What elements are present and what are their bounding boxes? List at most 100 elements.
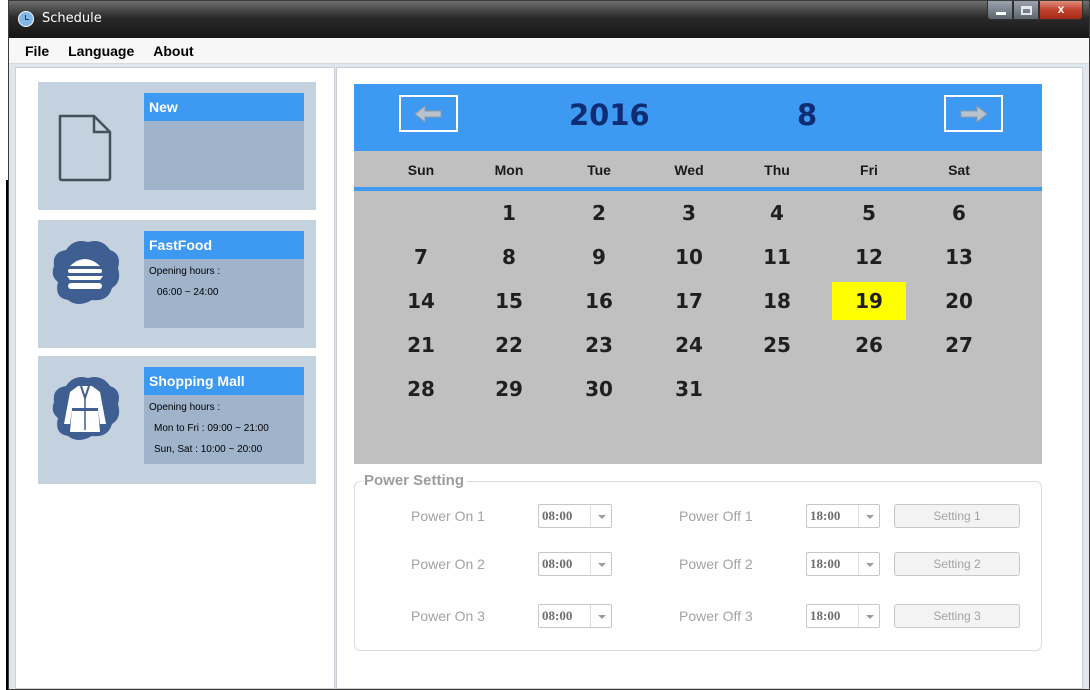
calendar-day-selected[interactable]: 19: [832, 282, 906, 320]
calendar-day[interactable]: 12: [839, 240, 899, 274]
template-list: New FastFood Opening hours : 06:00 ~ 24:…: [15, 67, 335, 689]
power-off-select[interactable]: 18:00: [806, 504, 880, 528]
calendar-day[interactable]: 4: [747, 196, 807, 230]
schedule-window: Schedule x File Language About New FastF…: [8, 0, 1090, 690]
calendar: 2016 8 Sun Mon Tue Wed Thu Fri Sat 1 2 3 4 5 6 7 8 9 10…: [354, 84, 1042, 464]
power-row-1: Power On 1 08:00 Power Off 1 18:00 Setti…: [355, 504, 1041, 528]
template-card-fastfood[interactable]: FastFood Opening hours : 06:00 ~ 24:00: [38, 220, 316, 348]
power-on-label: Power On 2: [411, 556, 485, 572]
document-icon: [58, 114, 112, 182]
power-off-value: 18:00: [810, 556, 841, 571]
calendar-day[interactable]: 11: [747, 240, 807, 274]
minimize-button[interactable]: [987, 1, 1013, 20]
calendar-day[interactable]: 3: [659, 196, 719, 230]
burger-icon: [52, 241, 120, 304]
template-card-new[interactable]: New: [38, 82, 316, 210]
chevron-down-icon: [590, 605, 611, 627]
power-on-label: Power On 3: [411, 608, 485, 624]
weekday-label: Thu: [764, 162, 790, 178]
calendar-day[interactable]: 29: [479, 372, 539, 406]
chevron-down-icon: [858, 605, 879, 627]
window-title: Schedule: [42, 11, 102, 26]
weekday-label: Sat: [948, 162, 970, 178]
chevron-down-icon: [590, 505, 611, 527]
calendar-day[interactable]: 20: [929, 284, 989, 318]
calendar-year: 2016: [569, 98, 650, 132]
calendar-day[interactable]: 17: [659, 284, 719, 318]
calendar-day[interactable]: 27: [929, 328, 989, 362]
power-off-select[interactable]: 18:00: [806, 604, 880, 628]
arrow-right-icon: [960, 104, 988, 124]
close-icon: x: [1057, 2, 1065, 16]
setting-3-button[interactable]: Setting 3: [894, 604, 1020, 628]
calendar-day[interactable]: 5: [839, 196, 899, 230]
setting-1-button[interactable]: Setting 1: [894, 504, 1020, 528]
clock-icon: [18, 11, 34, 27]
calendar-day[interactable]: 9: [569, 240, 629, 274]
weekday-label: Fri: [860, 162, 878, 178]
power-on-value: 08:00: [542, 556, 573, 571]
opening-hours-label: Opening hours :: [149, 266, 221, 277]
power-on-select[interactable]: 08:00: [538, 604, 612, 628]
power-off-select[interactable]: 18:00: [806, 552, 880, 576]
calendar-day[interactable]: 13: [929, 240, 989, 274]
power-on-select[interactable]: 08:00: [538, 552, 612, 576]
calendar-day[interactable]: 23: [569, 328, 629, 362]
calendar-day[interactable]: 24: [659, 328, 719, 362]
power-off-value: 18:00: [810, 608, 841, 623]
calendar-day[interactable]: 15: [479, 284, 539, 318]
coat-icon: [52, 377, 120, 440]
chevron-down-icon: [858, 553, 879, 575]
desktop-edge: [0, 0, 8, 690]
calendar-day[interactable]: 6: [929, 196, 989, 230]
calendar-day[interactable]: 8: [479, 240, 539, 274]
calendar-day[interactable]: 28: [391, 372, 451, 406]
weekday-header: Sun Mon Tue Wed Thu Fri Sat: [354, 151, 1042, 191]
power-row-3: Power On 3 08:00 Power Off 3 18:00 Setti…: [355, 604, 1041, 628]
calendar-day[interactable]: 22: [479, 328, 539, 362]
setting-2-button[interactable]: Setting 2: [894, 552, 1020, 576]
schedule-editor: 2016 8 Sun Mon Tue Wed Thu Fri Sat 1 2 3 4 5 6 7 8 9 10…: [336, 67, 1083, 689]
opening-hours-weekend: Sun, Sat : 10:00 ~ 20:00: [154, 444, 263, 455]
chevron-down-icon: [590, 553, 611, 575]
calendar-day[interactable]: 2: [569, 196, 629, 230]
template-card-shopping-mall[interactable]: Shopping Mall Opening hours : Mon to Fri…: [38, 356, 316, 484]
power-on-select[interactable]: 08:00: [538, 504, 612, 528]
weekday-label: Sun: [407, 162, 435, 178]
menu-about[interactable]: About: [153, 43, 193, 59]
next-month-button[interactable]: [944, 95, 1003, 132]
template-panel: New: [144, 93, 304, 190]
menu-file[interactable]: File: [25, 43, 49, 59]
close-button[interactable]: x: [1039, 1, 1083, 20]
calendar-day[interactable]: 25: [747, 328, 807, 362]
template-title: Shopping Mall: [144, 367, 304, 395]
opening-hours-value: 06:00 ~ 24:00: [157, 287, 219, 298]
power-on-value: 08:00: [542, 608, 573, 623]
calendar-day[interactable]: 21: [391, 328, 451, 362]
arrow-left-icon: [414, 104, 442, 124]
day-grid: 1 2 3 4 5 6 7 8 9 10 11 12 13 14 15 16 17 18 19 20 21 22 23 24 2…: [354, 195, 1042, 455]
calendar-day[interactable]: 1: [479, 196, 539, 230]
calendar-day[interactable]: 14: [391, 284, 451, 318]
calendar-day[interactable]: 31: [659, 372, 719, 406]
calendar-month: 8: [797, 98, 818, 132]
menu-language[interactable]: Language: [68, 43, 134, 59]
template-title: New: [144, 93, 304, 121]
power-setting-legend: Power Setting: [361, 472, 468, 489]
maximize-button[interactable]: [1013, 1, 1039, 20]
calendar-day[interactable]: 16: [569, 284, 629, 318]
calendar-day[interactable]: 30: [569, 372, 629, 406]
power-on-label: Power On 1: [411, 508, 485, 524]
opening-hours-label: Opening hours :: [149, 402, 221, 413]
calendar-day[interactable]: 7: [391, 240, 451, 274]
weekday-label: Tue: [587, 162, 611, 178]
calendar-day[interactable]: 26: [839, 328, 899, 362]
calendar-day[interactable]: 18: [747, 284, 807, 318]
previous-month-button[interactable]: [399, 95, 458, 132]
calendar-day[interactable]: 10: [659, 240, 719, 274]
chevron-down-icon: [858, 505, 879, 527]
window-controls: x: [987, 1, 1083, 21]
menu-bar: File Language About: [9, 38, 1089, 64]
calendar-header: 2016 8: [354, 84, 1042, 151]
title-bar[interactable]: Schedule x: [9, 1, 1089, 38]
